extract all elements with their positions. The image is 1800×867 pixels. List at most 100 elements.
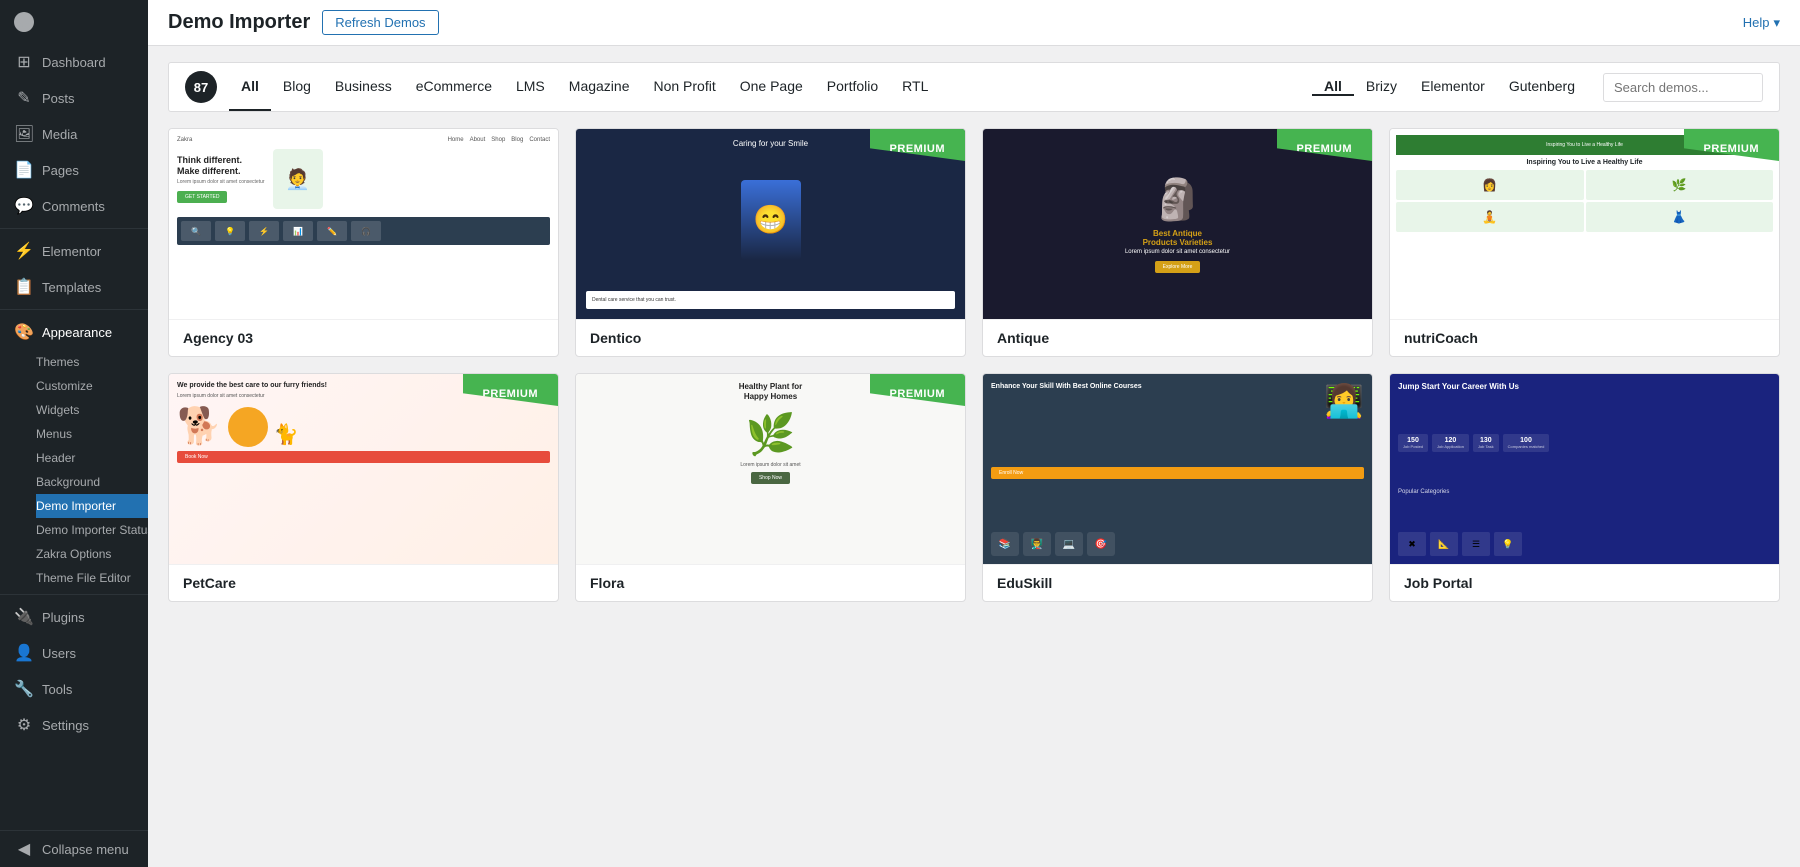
filter-tab-magazine[interactable]: Magazine: [557, 63, 642, 111]
settings-icon: ⚙: [14, 715, 34, 735]
topbar-left: Demo Importer Refresh Demos: [168, 10, 439, 35]
demo-card-petcare[interactable]: PREMIUM We provide the best care to our …: [168, 373, 559, 602]
sidebar-item-posts[interactable]: ✎ Posts: [0, 80, 148, 116]
sidebar-logo: W: [0, 0, 148, 44]
builder-tab-brizy[interactable]: Brizy: [1354, 78, 1409, 96]
sidebar-divider-3: [0, 594, 148, 595]
demo-card-antique[interactable]: PREMIUM 🗿 Best AntiqueProducts Varieties…: [982, 128, 1373, 357]
filter-tab-ecommerce[interactable]: eCommerce: [404, 63, 504, 111]
demo-name-antique: Antique: [983, 319, 1372, 356]
sidebar-item-templates[interactable]: 📋 Templates: [0, 269, 148, 305]
sidebar-item-tools[interactable]: 🔧 Tools: [0, 671, 148, 707]
sidebar-item-demo-importer[interactable]: Demo Importer: [36, 494, 148, 518]
topbar-right: Help ▾: [1743, 15, 1780, 31]
sidebar-item-background[interactable]: Background: [36, 470, 148, 494]
templates-icon: 📋: [14, 277, 34, 297]
sidebar-item-demo-importer-status[interactable]: Demo Importer Status: [36, 518, 148, 542]
demo-card-flora[interactable]: PREMIUM Healthy Plant forHappy Homes 🌿 L…: [575, 373, 966, 602]
posts-icon: ✎: [14, 88, 34, 108]
sidebar-item-plugins[interactable]: 🔌 Plugins: [0, 599, 148, 635]
demo-name-nutricoach: nutriCoach: [1390, 319, 1779, 356]
demo-thumb-nutricoach: PREMIUM Inspiring You to Live a Healthy …: [1390, 129, 1779, 319]
filter-tab-onepage[interactable]: One Page: [728, 63, 815, 111]
premium-badge-flora: PREMIUM: [870, 374, 965, 406]
premium-badge-dentico: PREMIUM: [870, 129, 965, 161]
builder-tabs: All Brizy Elementor Gutenberg: [1312, 78, 1587, 96]
sidebar-item-elementor[interactable]: ⚡ Elementor: [0, 233, 148, 269]
tools-icon: 🔧: [14, 679, 34, 699]
demo-thumb-petcare: PREMIUM We provide the best care to our …: [169, 374, 558, 564]
dashboard-icon: ⊞: [14, 52, 34, 72]
demo-count-badge: 87: [185, 71, 217, 103]
sidebar-item-settings[interactable]: ⚙ Settings: [0, 707, 148, 743]
premium-badge-petcare: PREMIUM: [463, 374, 558, 406]
demo-thumb-dentico: PREMIUM Caring for your Smile 😁 Dental c…: [576, 129, 965, 319]
demo-card-nutricoach[interactable]: PREMIUM Inspiring You to Live a Healthy …: [1389, 128, 1780, 357]
page-title: Demo Importer: [168, 11, 310, 34]
collapse-menu-section: ◀ Collapse menu: [0, 830, 148, 867]
collapse-menu-button[interactable]: ◀ Collapse menu: [0, 831, 148, 867]
comments-icon: 💬: [14, 196, 34, 216]
demo-card-eduskill[interactable]: Enhance Your Skill With Best Online Cour…: [982, 373, 1373, 602]
demo-name-jobportal: Job Portal: [1390, 564, 1779, 601]
demo-name-petcare: PetCare: [169, 564, 558, 601]
wp-logo-icon: W: [14, 12, 34, 32]
builder-tab-all[interactable]: All: [1312, 78, 1354, 96]
demo-name-flora: Flora: [576, 564, 965, 601]
plugins-icon: 🔌: [14, 607, 34, 627]
demo-name-agency03: Agency 03: [169, 319, 558, 356]
builder-tab-elementor[interactable]: Elementor: [1409, 78, 1497, 96]
premium-badge-nutricoach: PREMIUM: [1684, 129, 1779, 161]
content-area: 87 All Blog Business eCommerce LMS Magaz…: [148, 46, 1800, 867]
filter-tab-lms[interactable]: LMS: [504, 63, 557, 111]
filter-left: 87 All Blog Business eCommerce LMS Magaz…: [185, 63, 940, 111]
sidebar-item-comments[interactable]: 💬 Comments: [0, 188, 148, 224]
demo-grid: ZakraHomeAboutShopBlogContact Think diff…: [168, 128, 1780, 602]
sidebar-item-appearance[interactable]: 🎨 Appearance: [0, 314, 148, 350]
sidebar: W ⊞ Dashboard ✎ Posts 🖼 Media 📄 Pages 💬 …: [0, 0, 148, 867]
collapse-icon: ◀: [14, 839, 34, 859]
demo-thumb-agency03: ZakraHomeAboutShopBlogContact Think diff…: [169, 129, 558, 319]
sidebar-item-header[interactable]: Header: [36, 446, 148, 470]
demo-thumb-antique: PREMIUM 🗿 Best AntiqueProducts Varieties…: [983, 129, 1372, 319]
filter-right: All Brizy Elementor Gutenberg: [1312, 73, 1763, 102]
sidebar-item-dashboard[interactable]: ⊞ Dashboard: [0, 44, 148, 80]
filter-tab-rtl[interactable]: RTL: [890, 63, 940, 111]
demo-card-dentico[interactable]: PREMIUM Caring for your Smile 😁 Dental c…: [575, 128, 966, 357]
main-content: Demo Importer Refresh Demos Help ▾ 87 Al…: [148, 0, 1800, 867]
refresh-demos-button[interactable]: Refresh Demos: [322, 10, 438, 35]
filter-bar: 87 All Blog Business eCommerce LMS Magaz…: [168, 62, 1780, 112]
filter-tab-all[interactable]: All: [229, 63, 271, 111]
sidebar-item-users[interactable]: 👤 Users: [0, 635, 148, 671]
topbar: Demo Importer Refresh Demos Help ▾: [148, 0, 1800, 46]
search-demos-input[interactable]: [1603, 73, 1763, 102]
filter-tab-portfolio[interactable]: Portfolio: [815, 63, 890, 111]
sidebar-item-theme-file-editor[interactable]: Theme File Editor: [36, 566, 148, 590]
help-button[interactable]: Help ▾: [1743, 15, 1780, 31]
sidebar-item-pages[interactable]: 📄 Pages: [0, 152, 148, 188]
demo-name-eduskill: EduSkill: [983, 564, 1372, 601]
sidebar-item-media[interactable]: 🖼 Media: [0, 116, 148, 152]
users-icon: 👤: [14, 643, 34, 663]
demo-thumb-eduskill: Enhance Your Skill With Best Online Cour…: [983, 374, 1372, 564]
sidebar-divider-1: [0, 228, 148, 229]
sidebar-item-customize[interactable]: Customize: [36, 374, 148, 398]
filter-tab-business[interactable]: Business: [323, 63, 404, 111]
demo-thumb-jobportal: Jump Start Your Career With Us 150Job Po…: [1390, 374, 1779, 564]
chevron-down-icon: ▾: [1773, 15, 1780, 31]
demo-card-agency03[interactable]: ZakraHomeAboutShopBlogContact Think diff…: [168, 128, 559, 357]
pages-icon: 📄: [14, 160, 34, 180]
sidebar-item-themes[interactable]: Themes: [36, 350, 148, 374]
filter-tab-blog[interactable]: Blog: [271, 63, 323, 111]
sidebar-item-widgets[interactable]: Widgets: [36, 398, 148, 422]
builder-tab-gutenberg[interactable]: Gutenberg: [1497, 78, 1587, 96]
sidebar-item-zakra-options[interactable]: Zakra Options: [36, 542, 148, 566]
sidebar-item-menus[interactable]: Menus: [36, 422, 148, 446]
elementor-icon: ⚡: [14, 241, 34, 261]
demo-thumb-flora: PREMIUM Healthy Plant forHappy Homes 🌿 L…: [576, 374, 965, 564]
sidebar-divider-2: [0, 309, 148, 310]
filter-tab-nonprofit[interactable]: Non Profit: [641, 63, 727, 111]
media-icon: 🖼: [14, 124, 34, 144]
demo-card-jobportal[interactable]: Jump Start Your Career With Us 150Job Po…: [1389, 373, 1780, 602]
premium-badge-antique: PREMIUM: [1277, 129, 1372, 161]
